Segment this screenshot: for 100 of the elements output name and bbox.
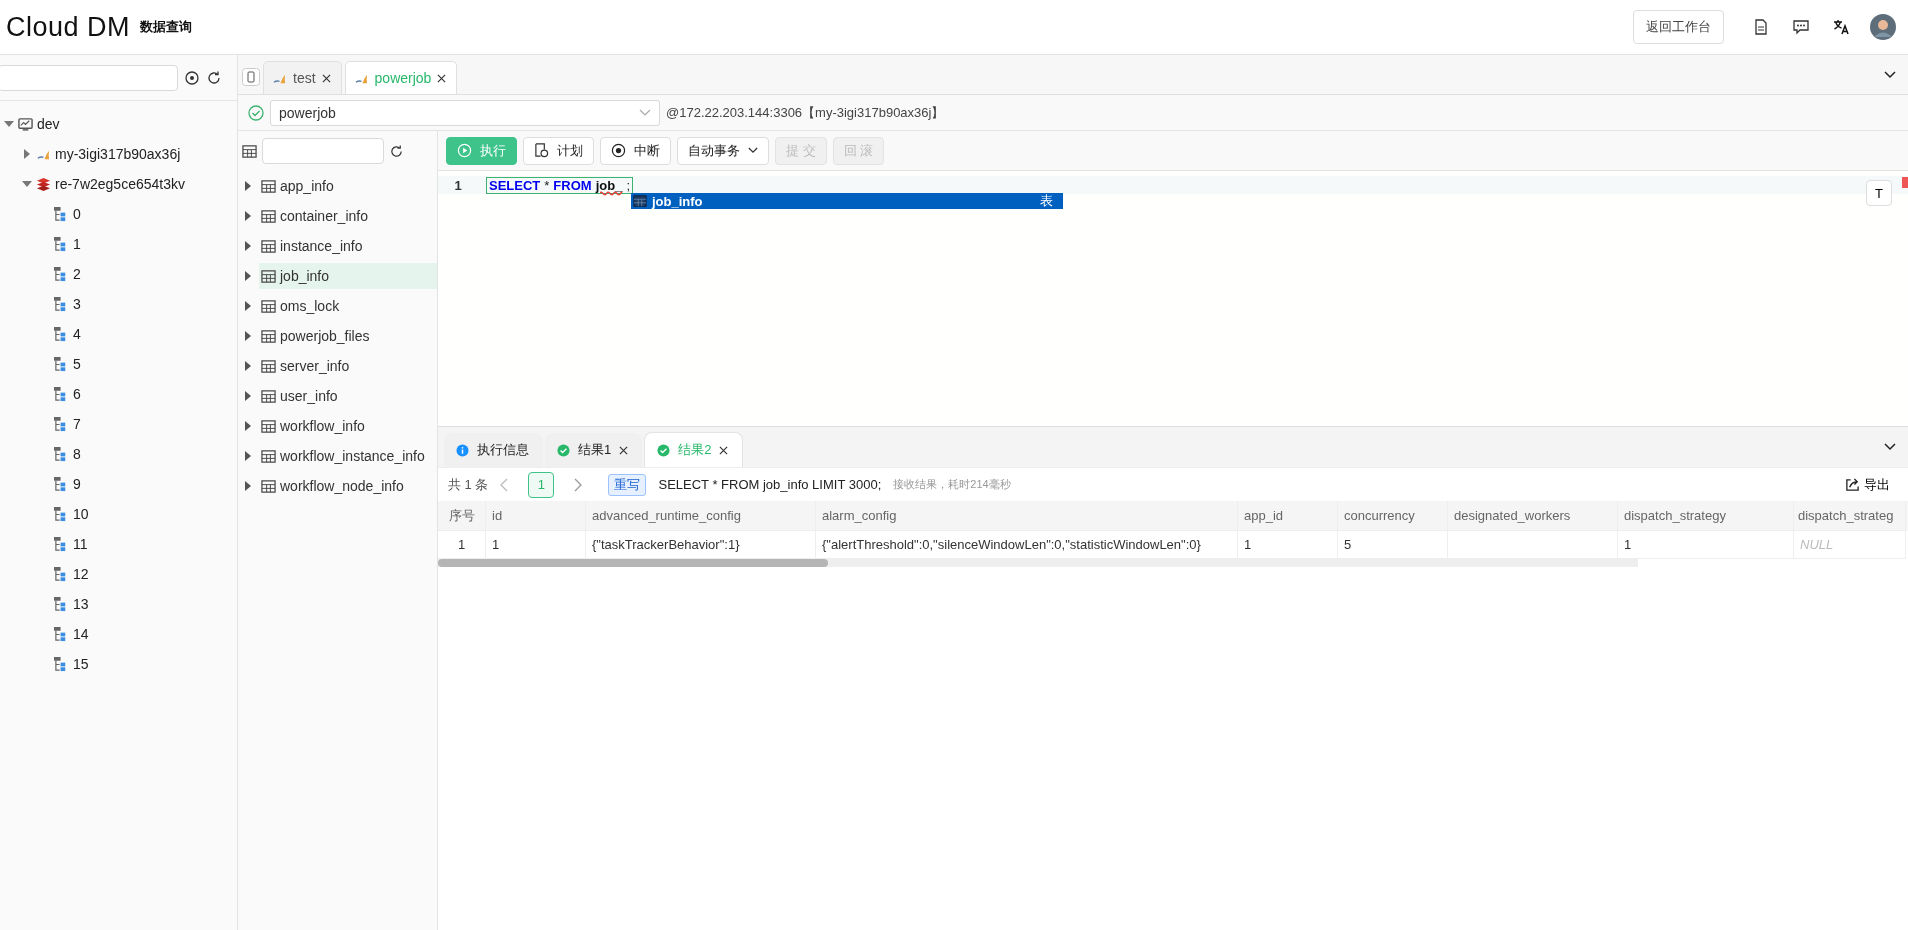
export-button[interactable]: 导出 bbox=[1839, 474, 1896, 495]
table-icon bbox=[261, 478, 276, 494]
connection-address: @172.22.203.144:3306【my-3igi317b90ax36j】 bbox=[666, 103, 945, 122]
tree-item[interactable]: 2 bbox=[73, 266, 81, 282]
logo: Cloud DM bbox=[6, 11, 131, 43]
close-icon[interactable] bbox=[719, 445, 729, 455]
tree-item[interactable]: dev bbox=[37, 116, 60, 132]
column-header[interactable]: concurrency bbox=[1338, 501, 1448, 531]
chevron-down-icon[interactable] bbox=[1884, 443, 1896, 451]
table-item[interactable]: powerjob_files bbox=[259, 323, 437, 349]
table-item[interactable]: user_info bbox=[259, 383, 437, 409]
column-header[interactable]: advanced_runtime_config bbox=[586, 501, 816, 531]
plan-icon bbox=[534, 143, 549, 158]
next-page-icon[interactable] bbox=[574, 477, 583, 492]
back-button[interactable]: 返回工作台 bbox=[1633, 10, 1724, 44]
table-item[interactable]: oms_lock bbox=[259, 293, 437, 319]
app-title: 数据查询 bbox=[140, 18, 193, 36]
tree-item[interactable]: re-7w2eg5ce654t3kv bbox=[55, 176, 185, 192]
tree-item[interactable]: 4 bbox=[73, 326, 81, 342]
tree-item[interactable]: 8 bbox=[73, 446, 81, 462]
table-icon bbox=[261, 448, 276, 464]
column-header[interactable]: alarm_config bbox=[816, 501, 1238, 531]
table-icon bbox=[633, 194, 647, 208]
query-text: SELECT * FROM job_info LIMIT 3000; bbox=[658, 477, 882, 492]
tree-item[interactable]: 3 bbox=[73, 296, 81, 312]
database-select[interactable]: powerjob bbox=[270, 99, 660, 126]
caret-icon[interactable] bbox=[243, 361, 253, 371]
caret-icon[interactable] bbox=[22, 149, 32, 159]
toolbar-button[interactable]: 中断 bbox=[600, 136, 671, 165]
caret-icon[interactable] bbox=[243, 391, 253, 401]
export-icon bbox=[1845, 477, 1860, 492]
panel-toggle-icon[interactable] bbox=[242, 67, 260, 86]
tree-item[interactable]: 10 bbox=[73, 506, 89, 522]
column-header[interactable]: designated_workers bbox=[1448, 501, 1618, 531]
column-header[interactable]: id bbox=[486, 501, 586, 531]
table-item[interactable]: job_info bbox=[259, 263, 437, 289]
caret-icon[interactable] bbox=[243, 211, 253, 221]
caret-icon[interactable] bbox=[243, 271, 253, 281]
tree-item[interactable]: 5 bbox=[73, 356, 81, 372]
horizontal-scrollbar[interactable] bbox=[438, 559, 1638, 567]
table-search-field[interactable] bbox=[262, 138, 384, 164]
refresh-icon[interactable] bbox=[206, 69, 222, 86]
tree-item[interactable]: 15 bbox=[73, 656, 89, 672]
toolbar-button[interactable]: 自动事务 bbox=[677, 136, 769, 165]
caret-icon[interactable] bbox=[22, 179, 32, 189]
tree-item[interactable]: 0 bbox=[73, 206, 81, 222]
tree-item[interactable]: 6 bbox=[73, 386, 81, 402]
table-item[interactable]: workflow_info bbox=[259, 413, 437, 439]
tree-item[interactable]: 12 bbox=[73, 566, 89, 582]
tree-item[interactable]: 14 bbox=[73, 626, 89, 642]
autocomplete-item[interactable]: job_info 表 bbox=[631, 193, 1063, 209]
caret-icon[interactable] bbox=[243, 481, 253, 491]
close-icon[interactable] bbox=[619, 445, 629, 455]
column-header[interactable]: app_id bbox=[1238, 501, 1338, 531]
caret-icon[interactable] bbox=[243, 181, 253, 191]
tree-item[interactable]: 1 bbox=[73, 236, 81, 252]
caret-icon[interactable] bbox=[243, 241, 253, 251]
result-tab[interactable]: 执行信息 bbox=[444, 433, 543, 467]
translate-icon[interactable] bbox=[1833, 19, 1849, 35]
close-icon[interactable] bbox=[321, 73, 331, 83]
chat-icon[interactable] bbox=[1793, 19, 1809, 35]
table-icon bbox=[261, 208, 276, 224]
toolbar-button[interactable]: 计划 bbox=[523, 136, 594, 165]
caret-icon[interactable] bbox=[4, 119, 14, 129]
format-button[interactable]: T bbox=[1866, 180, 1892, 206]
table-item[interactable]: workflow_node_info bbox=[259, 473, 437, 499]
document-icon[interactable] bbox=[1753, 19, 1769, 35]
tree-item[interactable]: 9 bbox=[73, 476, 81, 492]
table-item[interactable]: server_info bbox=[259, 353, 437, 379]
chevron-down-icon[interactable] bbox=[1884, 70, 1896, 79]
column-header[interactable]: 序号 bbox=[438, 501, 486, 531]
caret-icon[interactable] bbox=[243, 331, 253, 341]
play-icon bbox=[457, 143, 472, 158]
table-item[interactable]: container_info bbox=[259, 203, 437, 229]
tree-item[interactable]: my-3igi317b90ax36j bbox=[55, 146, 181, 162]
tree-item[interactable]: 7 bbox=[73, 416, 81, 432]
table-icon bbox=[261, 298, 276, 314]
layers-icon bbox=[36, 176, 51, 192]
caret-icon[interactable] bbox=[243, 301, 253, 311]
table-item[interactable]: instance_info bbox=[259, 233, 437, 259]
check-circle-icon bbox=[248, 104, 264, 121]
avatar[interactable] bbox=[1870, 14, 1896, 40]
locate-icon[interactable] bbox=[184, 69, 200, 86]
code-token: SELECT bbox=[489, 177, 541, 193]
table-item[interactable]: workflow_instance_info bbox=[259, 443, 437, 469]
table-icon[interactable] bbox=[242, 143, 257, 159]
editor-tab[interactable]: test bbox=[263, 61, 342, 94]
column-header[interactable]: dispatch_strategy bbox=[1618, 501, 1794, 531]
result-tab[interactable]: 结果1 bbox=[545, 433, 643, 467]
caret-icon[interactable] bbox=[243, 421, 253, 431]
tree-item[interactable]: 13 bbox=[73, 596, 89, 612]
search-field[interactable] bbox=[0, 64, 178, 91]
caret-icon[interactable] bbox=[243, 451, 253, 461]
table-item[interactable]: app_info bbox=[259, 173, 437, 199]
refresh-icon[interactable] bbox=[389, 143, 404, 159]
tree-item[interactable]: 11 bbox=[73, 536, 88, 552]
line-number: 1 bbox=[453, 177, 463, 193]
column-header[interactable]: dispatch_strateg bbox=[1794, 501, 1906, 531]
code-token: ; bbox=[626, 177, 630, 193]
close-icon[interactable] bbox=[437, 73, 447, 83]
